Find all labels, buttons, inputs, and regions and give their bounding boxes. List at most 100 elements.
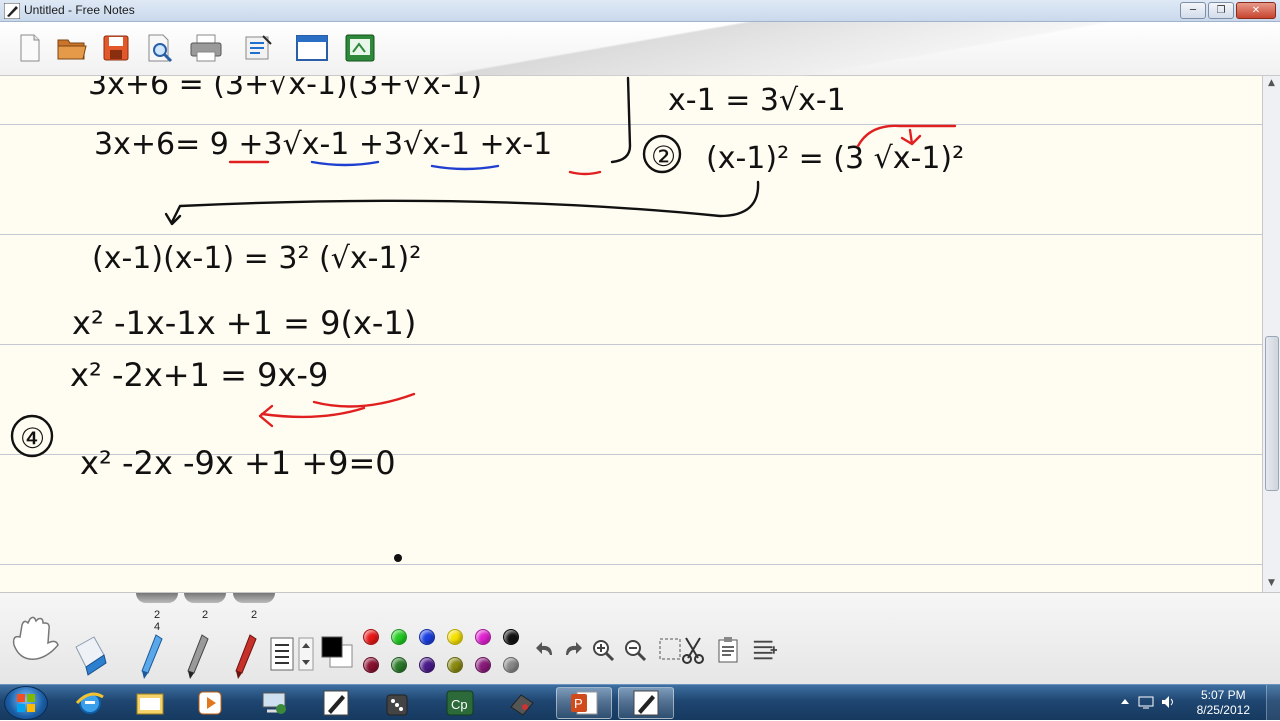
zoom-in-button[interactable]	[590, 636, 616, 664]
taskbar-camtasia[interactable]: Cp	[432, 687, 488, 719]
line-style-icon[interactable]	[270, 637, 294, 671]
open-folder-icon	[57, 39, 87, 60]
color-plum-button[interactable]	[475, 657, 491, 673]
size-tab-icon	[184, 593, 226, 603]
note-canvas[interactable]: 3x+6 = (3+√x-1)(3+√x-1) 3x+6= 9 +3√x-1 +…	[0, 76, 1262, 592]
color-gray-button[interactable]	[503, 657, 519, 673]
system-clock[interactable]: 5:07 PM 8/25/2012	[1197, 688, 1250, 718]
ink-line-8: x² -2x -9x +1 +9=0	[80, 444, 396, 482]
ink-bracket	[610, 76, 632, 164]
ink-line-5: (x-1)(x-1) = 3² (√x-1)²	[92, 241, 421, 276]
scissors-icon	[682, 637, 704, 664]
show-desktop-button[interactable]	[1266, 685, 1280, 721]
print-preview-icon	[148, 34, 173, 62]
hand-tool-icon[interactable]	[8, 615, 62, 663]
system-tray: 5:07 PM 8/25/2012	[1110, 685, 1280, 721]
color-blue-button[interactable]	[419, 629, 435, 645]
highlighter-icon[interactable]	[136, 633, 166, 681]
undo-icon	[536, 642, 552, 655]
ink-line-2: 3x+6= 9 +3√x-1 +3√x-1 +x-1	[94, 127, 552, 162]
taskbar-tool[interactable]	[494, 687, 550, 719]
ink-line-6: x² -1x-1x +1 = 9(x-1)	[72, 304, 416, 342]
print-preview-button[interactable]	[144, 32, 176, 64]
spinner-icon[interactable]	[298, 637, 314, 671]
tray-expand-icon[interactable]	[1120, 697, 1130, 707]
undo-button[interactable]	[532, 636, 558, 664]
taskbar-game[interactable]	[370, 687, 426, 719]
zoom-out-button[interactable]	[622, 636, 648, 664]
color-darkgreen-button[interactable]	[391, 657, 407, 673]
drive-icon	[510, 694, 534, 716]
vertical-scrollbar[interactable]: ▲ ▼	[1262, 76, 1280, 592]
pen-red-icon[interactable]	[230, 633, 260, 681]
page-setup-button[interactable]	[242, 32, 274, 64]
capture-button[interactable]	[344, 32, 376, 64]
insert-lines-icon	[753, 640, 778, 660]
taskbar-network[interactable]	[246, 687, 302, 719]
color-purple-button[interactable]	[419, 657, 435, 673]
new-file-button[interactable]	[14, 32, 46, 64]
main-toolbar	[0, 22, 1280, 76]
scroll-up-arrow-icon[interactable]: ▲	[1266, 78, 1277, 89]
color-yellow-button[interactable]	[447, 629, 463, 645]
color-black-button[interactable]	[503, 629, 519, 645]
ink-line-1: 3x+6 = (3+√x-1)(3+√x-1)	[88, 76, 482, 102]
redo-button[interactable]	[560, 636, 586, 664]
camtasia-icon: Cp	[446, 690, 474, 716]
window-title: Untitled - Free Notes	[24, 3, 135, 17]
print-button[interactable]	[190, 32, 222, 64]
insert-lines-button[interactable]	[752, 636, 778, 664]
network-status-icon[interactable]	[1138, 694, 1154, 710]
taskbar-media[interactable]	[182, 687, 238, 719]
taskbar-powerpoint[interactable]: P	[556, 687, 612, 719]
zoom-out-icon	[625, 640, 647, 662]
new-file-icon	[20, 34, 40, 62]
taskbar-free-notes-2[interactable]	[618, 687, 674, 719]
size-sub-label: 4	[153, 621, 161, 633]
taskbar-free-notes-1[interactable]	[308, 687, 364, 719]
color-swatch-icon[interactable]	[320, 635, 354, 669]
close-button[interactable]: ✕	[1236, 2, 1276, 19]
title-bar: Untitled - Free Notes ─ ❐ ✕	[0, 0, 1280, 22]
network-icon	[262, 692, 286, 714]
taskbar-ie[interactable]	[62, 687, 118, 719]
scroll-down-arrow-icon[interactable]: ▼	[1266, 578, 1277, 589]
open-button[interactable]	[56, 32, 88, 64]
color-maroon-button[interactable]	[363, 657, 379, 673]
clock-date: 8/25/2012	[1196, 703, 1250, 717]
pen-size-1[interactable]: 2 4	[136, 593, 178, 633]
color-olive-button[interactable]	[447, 657, 463, 673]
ink-line-4: (x-1)² = (3 √x-1)²	[706, 141, 964, 176]
scroll-thumb[interactable]	[1265, 336, 1279, 491]
window-button[interactable]	[296, 32, 328, 64]
internet-explorer-icon	[75, 692, 104, 714]
print-icon	[190, 34, 222, 62]
maximize-button[interactable]: ❐	[1208, 2, 1234, 19]
powerpoint-icon: P	[571, 691, 598, 715]
toolbar-decoration	[380, 22, 1280, 76]
color-magenta-button[interactable]	[475, 629, 491, 645]
zoom-in-icon	[593, 640, 615, 662]
taskbar-explorer[interactable]	[122, 687, 178, 719]
pen-size-2[interactable]: 2	[184, 593, 226, 621]
color-green-button[interactable]	[391, 629, 407, 645]
save-button[interactable]	[100, 32, 132, 64]
color-red-button[interactable]	[363, 629, 379, 645]
paste-button[interactable]	[716, 636, 742, 664]
eraser-icon[interactable]	[72, 633, 108, 677]
volume-icon[interactable]	[1160, 694, 1176, 710]
page-setup-icon	[245, 35, 272, 60]
pen-black-icon[interactable]	[182, 633, 212, 681]
media-player-icon	[198, 691, 222, 715]
svg-text:Cp: Cp	[451, 697, 468, 712]
ink-line-7: x² -2x+1 = 9x-9	[70, 356, 328, 394]
minimize-button[interactable]: ─	[1180, 2, 1206, 19]
red-move-arrow	[260, 406, 366, 419]
pen-size-3[interactable]: 2	[233, 593, 275, 621]
svg-text:P: P	[574, 696, 583, 711]
capture-icon	[345, 34, 375, 62]
window-icon	[296, 35, 328, 61]
cut-button[interactable]	[680, 636, 706, 664]
size-tab-icon	[233, 593, 275, 603]
start-button[interactable]	[4, 686, 48, 720]
